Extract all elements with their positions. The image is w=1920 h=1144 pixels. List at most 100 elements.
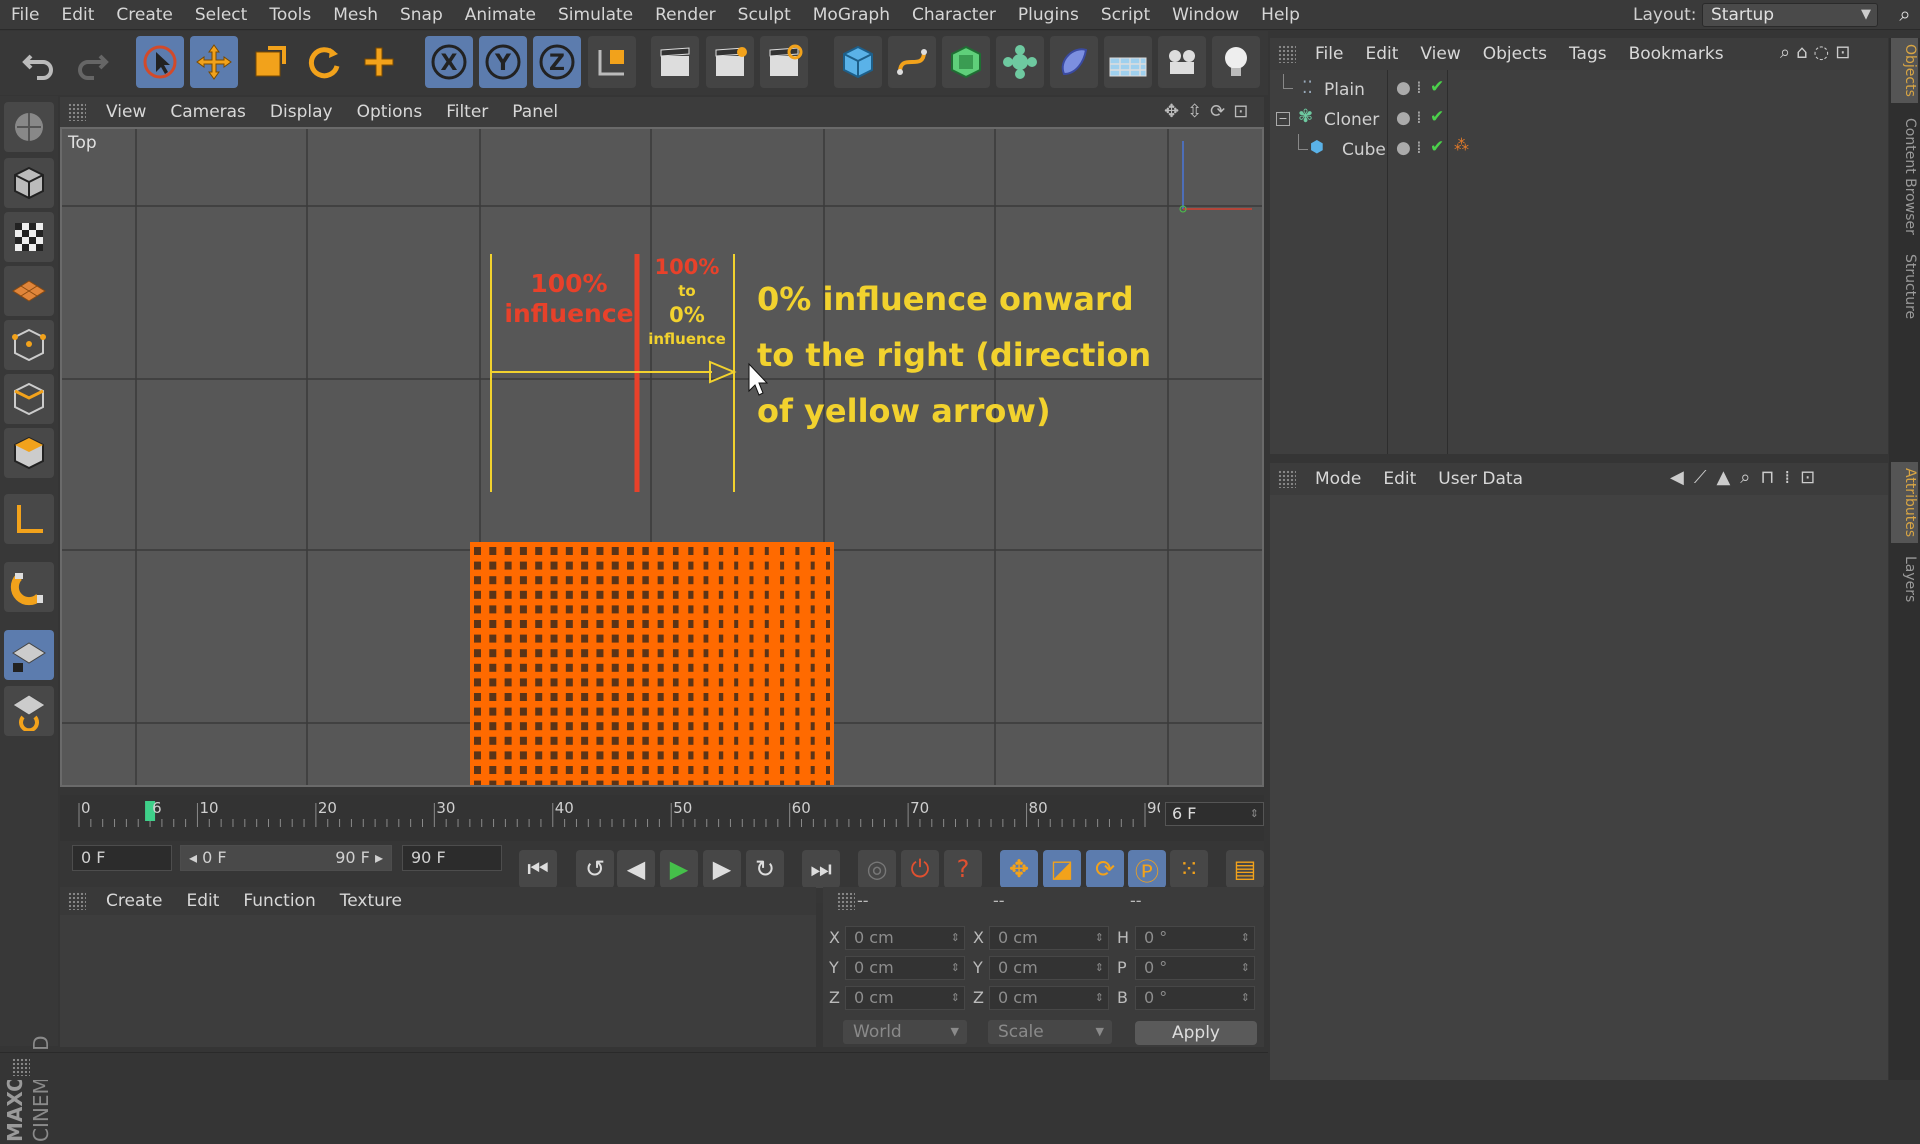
- menu-script[interactable]: Script: [1090, 5, 1161, 25]
- panel-grip-icon[interactable]: [12, 1058, 30, 1076]
- pos-y-field[interactable]: 0 cm ⇕: [845, 956, 965, 980]
- scheme-settings-icon[interactable]: ▤: [1226, 850, 1264, 888]
- menu-tools[interactable]: Tools: [258, 5, 322, 25]
- y-axis-lock-icon[interactable]: Y: [479, 36, 527, 88]
- coordinate-system-icon[interactable]: [588, 36, 636, 88]
- render-picture-viewer-icon[interactable]: [706, 36, 754, 88]
- tab-structure[interactable]: Structure: [1891, 248, 1918, 325]
- visibility-dots-icon[interactable]: ● ⁞: [1396, 138, 1422, 158]
- panel-grip-icon[interactable]: [1278, 45, 1296, 63]
- rotate-tool-icon[interactable]: [300, 36, 348, 88]
- model-mode-icon[interactable]: [4, 158, 54, 208]
- tweak-magnet-icon[interactable]: [4, 562, 54, 612]
- record-point-level-icon[interactable]: ⁙: [1170, 850, 1208, 888]
- min-time-field[interactable]: 0 F: [72, 845, 172, 871]
- deformer-icon[interactable]: [1050, 36, 1098, 88]
- play-icon[interactable]: ▶: [660, 850, 698, 888]
- cloner-mograph-icon[interactable]: [996, 36, 1044, 88]
- polygons-mode-icon[interactable]: [4, 428, 54, 478]
- apply-button[interactable]: Apply: [1135, 1021, 1257, 1045]
- material-menu-function[interactable]: Function: [231, 891, 327, 911]
- panel-grip-icon[interactable]: [68, 892, 86, 910]
- attributes-menu-edit[interactable]: Edit: [1372, 469, 1427, 489]
- objects-menu-edit[interactable]: Edit: [1354, 44, 1409, 64]
- go-to-start-icon[interactable]: ⏮: [519, 850, 557, 888]
- attributes-menu-mode[interactable]: Mode: [1304, 469, 1372, 489]
- light-icon[interactable]: [1212, 36, 1260, 88]
- workplane-mode-icon[interactable]: [4, 266, 54, 316]
- size-x-field[interactable]: 0 cm ⇕: [989, 926, 1109, 950]
- material-menu-texture[interactable]: Texture: [328, 891, 414, 911]
- camera-icon[interactable]: [1158, 36, 1206, 88]
- viewport-menu-options[interactable]: Options: [345, 102, 435, 122]
- visibility-dots-icon[interactable]: ● ⁞: [1396, 108, 1422, 128]
- floor-environment-icon[interactable]: [1104, 36, 1152, 88]
- subdivision-surface-icon[interactable]: [942, 36, 990, 88]
- objects-menu-file[interactable]: File: [1304, 44, 1354, 64]
- workplane-lock-icon[interactable]: [4, 630, 54, 680]
- object-row-plain[interactable]: ⁚⁚ Plain ● ⁞ ✔: [1270, 74, 1888, 104]
- timeline-ruler[interactable]: 0 6 10 20 30 40 50 60 70 80 90: [60, 795, 1264, 841]
- rot-h-field[interactable]: 0 ° ⇕: [1135, 926, 1255, 950]
- collapse-toggle-icon[interactable]: −: [1276, 112, 1290, 126]
- menu-character[interactable]: Character: [901, 5, 1007, 25]
- material-menu-create[interactable]: Create: [94, 891, 175, 911]
- visibility-dots-icon[interactable]: ● ⁞: [1396, 78, 1422, 98]
- render-settings-icon[interactable]: [760, 36, 808, 88]
- menu-select[interactable]: Select: [184, 5, 258, 25]
- z-axis-lock-icon[interactable]: Z: [533, 36, 581, 88]
- object-manager-tool-icons[interactable]: ⌕⌂◌⊡: [1780, 42, 1856, 63]
- attributes-menu-user-data[interactable]: User Data: [1427, 469, 1534, 489]
- attribute-manager-area[interactable]: [1270, 495, 1888, 1080]
- objects-menu-bookmarks[interactable]: Bookmarks: [1618, 44, 1735, 64]
- objects-menu-view[interactable]: View: [1409, 44, 1471, 64]
- layout-dropdown[interactable]: Startup ▼: [1702, 3, 1878, 27]
- pos-z-field[interactable]: 0 cm ⇕: [845, 986, 965, 1010]
- coordinate-space-dropdown[interactable]: World ▼: [843, 1020, 967, 1044]
- undo-icon[interactable]: [15, 36, 63, 88]
- menu-mograph[interactable]: MoGraph: [802, 5, 901, 25]
- go-to-previous-key-icon[interactable]: ↺: [576, 850, 614, 888]
- make-editable-icon[interactable]: [4, 102, 54, 152]
- menu-sculpt[interactable]: Sculpt: [727, 5, 802, 25]
- max-time-field[interactable]: 90 F: [402, 845, 502, 871]
- viewport-menu-view[interactable]: View: [94, 102, 158, 122]
- rot-p-field[interactable]: 0 ° ⇕: [1135, 956, 1255, 980]
- axis-mode-icon[interactable]: [4, 494, 54, 544]
- previous-frame-icon[interactable]: ◀: [617, 850, 655, 888]
- record-rotation-icon[interactable]: ⟳: [1086, 850, 1124, 888]
- viewport-menu-panel[interactable]: Panel: [500, 102, 570, 122]
- record-scale-icon[interactable]: ◪: [1043, 850, 1081, 888]
- menu-snap[interactable]: Snap: [389, 5, 454, 25]
- size-z-field[interactable]: 0 cm ⇕: [989, 986, 1109, 1010]
- panel-grip-icon[interactable]: [837, 892, 855, 910]
- scale-tool-icon[interactable]: [246, 36, 294, 88]
- menu-edit[interactable]: Edit: [50, 5, 105, 25]
- objects-menu-tags[interactable]: Tags: [1558, 44, 1618, 64]
- points-mode-icon[interactable]: [4, 320, 54, 370]
- current-frame-field[interactable]: 6 F ⇕: [1165, 802, 1264, 826]
- menu-simulate[interactable]: Simulate: [547, 5, 644, 25]
- panel-grip-icon[interactable]: [68, 103, 86, 121]
- rot-b-field[interactable]: 0 ° ⇕: [1135, 986, 1255, 1010]
- spline-pen-icon[interactable]: [888, 36, 936, 88]
- record-parameter-icon[interactable]: Ⓟ: [1128, 850, 1166, 888]
- mograph-selection-tag-icon[interactable]: ⁂: [1454, 136, 1469, 154]
- live-selection-icon[interactable]: [136, 36, 184, 88]
- tab-content-browser[interactable]: Content Browser: [1891, 112, 1918, 241]
- panel-grip-icon[interactable]: [1278, 470, 1296, 488]
- attribute-manager-tool-icons[interactable]: ◀⟋▲⌕⊓⁞⊡: [1670, 467, 1825, 488]
- edges-mode-icon[interactable]: [4, 374, 54, 424]
- menu-help[interactable]: Help: [1250, 5, 1311, 25]
- material-menu-edit[interactable]: Edit: [175, 891, 232, 911]
- record-position-icon[interactable]: ✥: [1000, 850, 1038, 888]
- render-view-icon[interactable]: [651, 36, 699, 88]
- viewport-menu-cameras[interactable]: Cameras: [158, 102, 258, 122]
- viewport-menu-display[interactable]: Display: [258, 102, 345, 122]
- record-keys-icon[interactable]: ◎: [858, 850, 896, 888]
- menu-window[interactable]: Window: [1161, 5, 1250, 25]
- go-to-end-icon[interactable]: ⏭: [802, 850, 840, 888]
- tab-layers[interactable]: Layers: [1891, 550, 1918, 608]
- go-to-next-key-icon[interactable]: ↻: [746, 850, 784, 888]
- next-frame-icon[interactable]: ▶: [703, 850, 741, 888]
